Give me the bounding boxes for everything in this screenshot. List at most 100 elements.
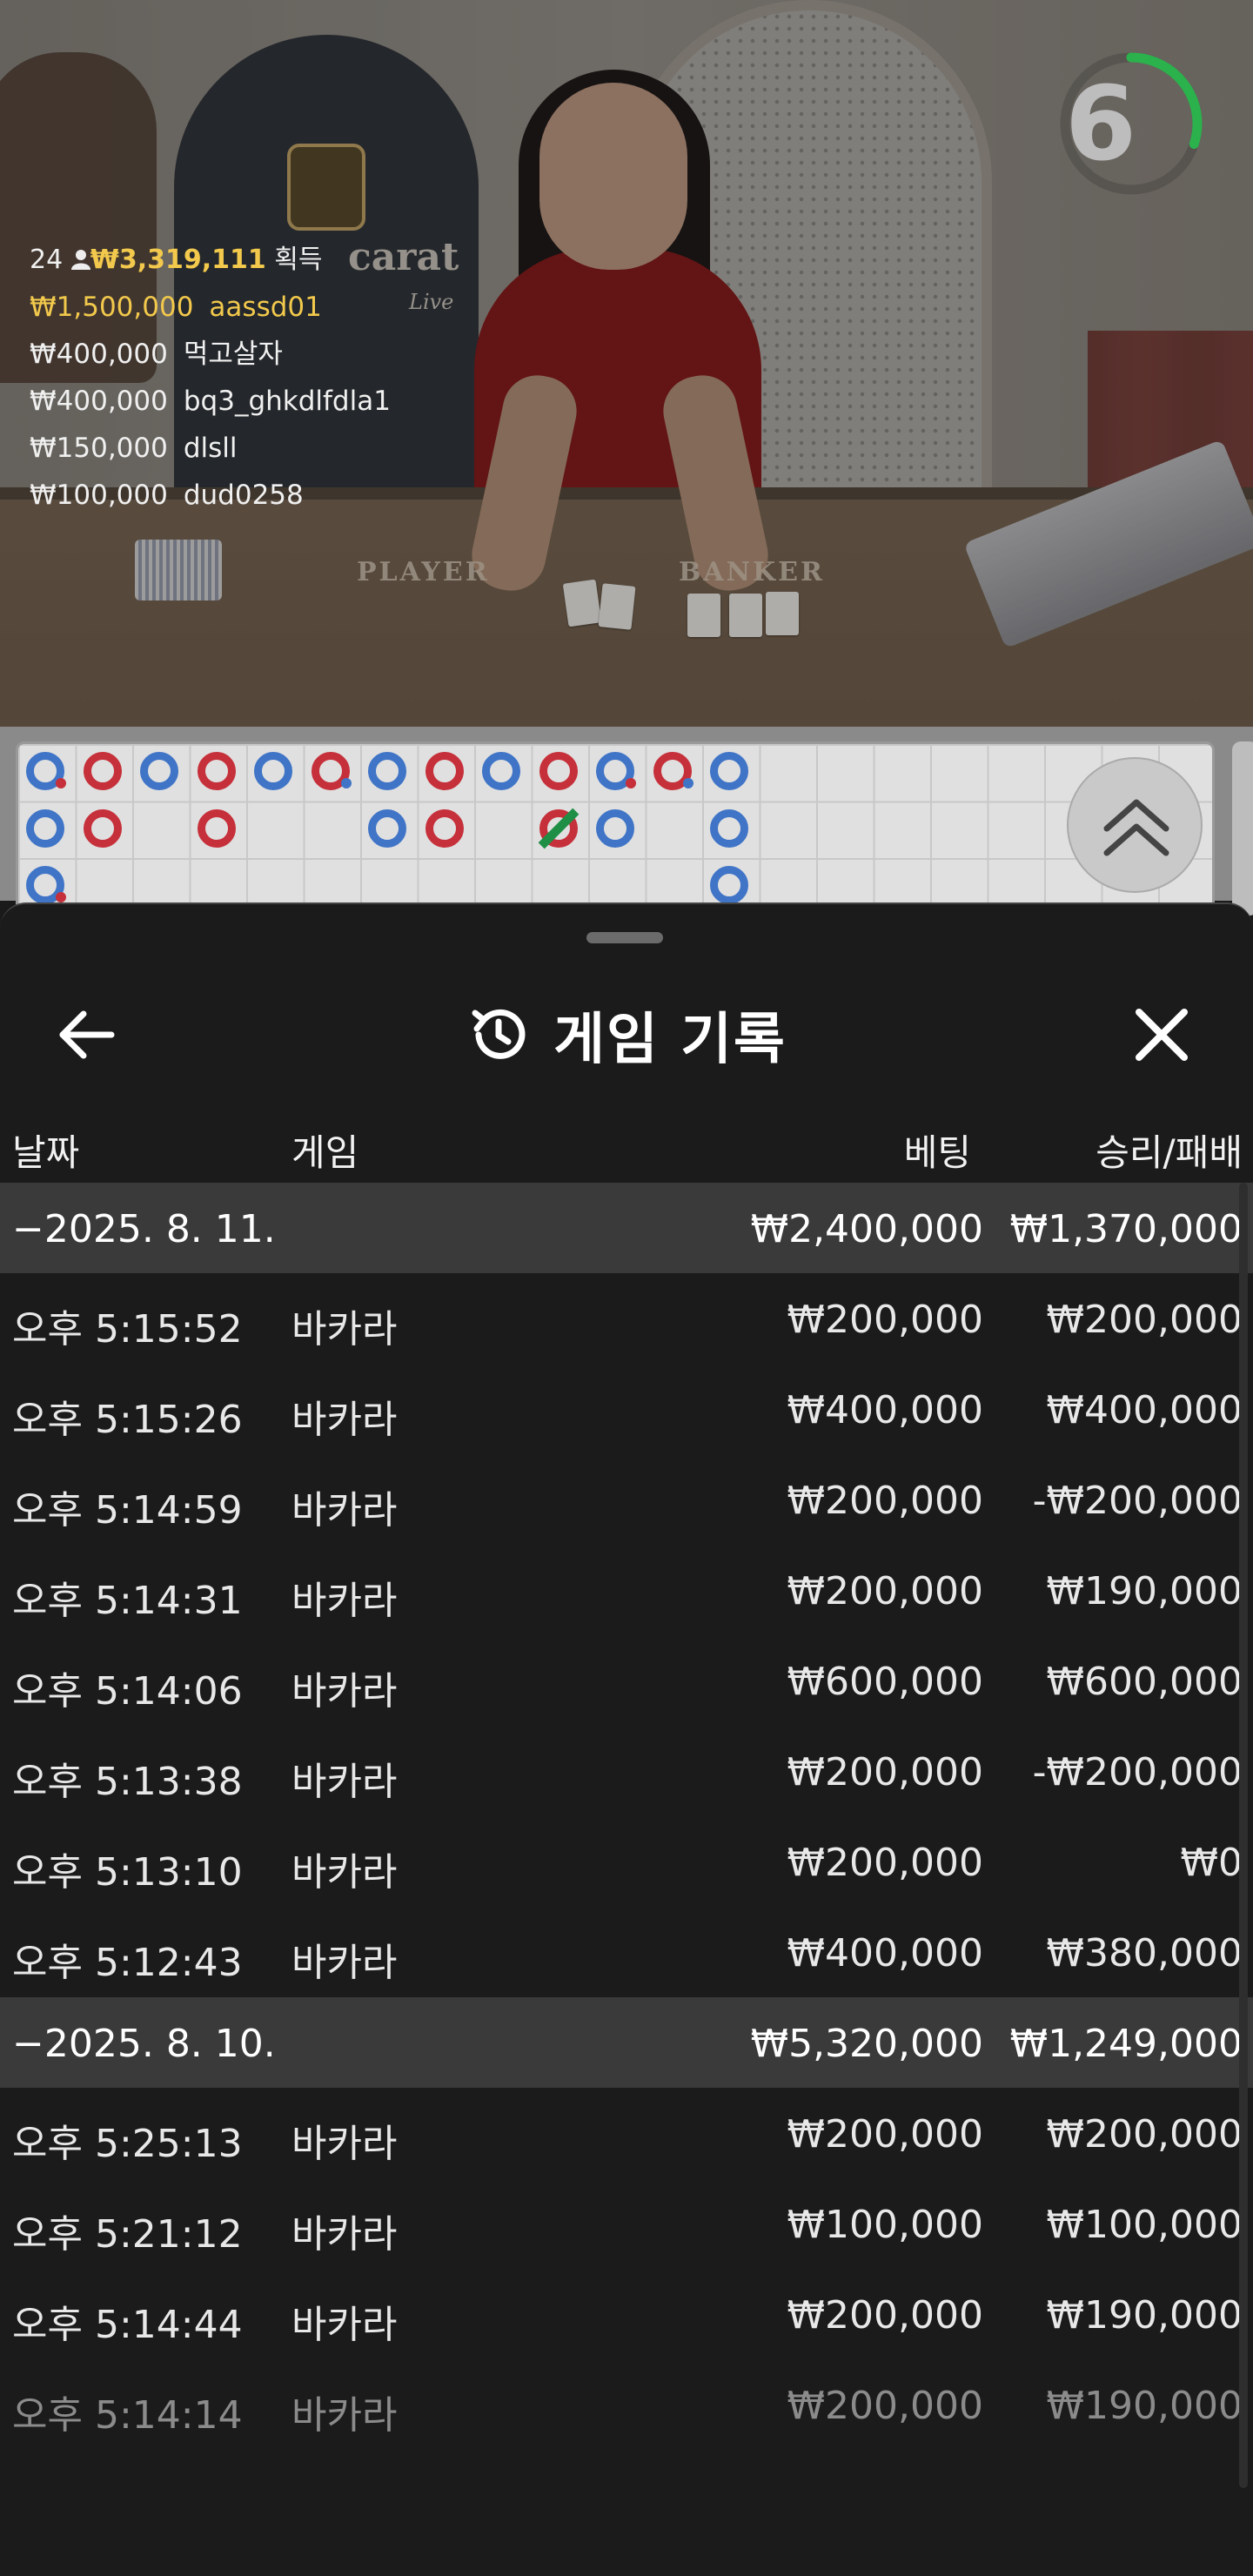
date-group-row[interactable]: −2025. 8. 10. ₩5,320,000 ₩1,249,000 xyxy=(0,1997,1253,2088)
winners-total: ₩3,319,111 xyxy=(90,245,266,275)
table-row[interactable]: 오후 5:14:14 바카라 ₩200,000 ₩190,000 xyxy=(0,2359,1253,2450)
pair-dot xyxy=(340,778,352,788)
row-game: 바카라 xyxy=(291,1850,398,1895)
user-icon xyxy=(70,238,90,270)
table-row[interactable]: 오후 5:15:26 바카라 ₩400,000 ₩400,000 xyxy=(0,1364,1253,1454)
row-game: 바카라 xyxy=(291,1488,398,1533)
sheet-title: 게임 기록 xyxy=(553,1008,787,1072)
row-winloss: ₩190,000 xyxy=(1046,2384,1243,2428)
row-time: 오후 5:14:59 xyxy=(12,1488,243,1533)
group-date: −2025. 8. 10. xyxy=(12,2022,276,2066)
row-game: 바카라 xyxy=(291,1941,398,1985)
date-group-row[interactable]: −2025. 8. 11. ₩2,400,000 ₩1,370,000 xyxy=(0,1183,1253,1273)
sheet-title-group: 게임 기록 xyxy=(0,965,1253,1104)
row-game: 바카라 xyxy=(291,1398,398,1442)
group-winloss-total: ₩1,249,000 xyxy=(1009,2022,1243,2066)
live-video-feed: carat Live PLAYER BANKER 24 ₩3,319,111 획… xyxy=(0,0,1253,727)
pair-dot xyxy=(56,778,66,788)
row-bet: ₩400,000 xyxy=(787,1931,983,1976)
banker-bead xyxy=(83,808,122,848)
close-icon xyxy=(1136,1009,1188,1061)
table-row[interactable]: 오후 5:13:10 바카라 ₩200,000 ₩0 xyxy=(0,1816,1253,1907)
road-expand-button[interactable] xyxy=(1067,757,1203,893)
winners-list: 24 ₩3,319,111 획득 ₩1,500,000 aassd01 ₩400,… xyxy=(30,237,391,519)
winner-amount: ₩400,000 xyxy=(30,386,168,417)
row-bet: ₩200,000 xyxy=(787,1569,983,1613)
row-bet: ₩200,000 xyxy=(787,2293,983,2338)
winner-amount: ₩400,000 xyxy=(30,339,168,370)
row-bet: ₩200,000 xyxy=(787,2112,983,2157)
row-bet: ₩200,000 xyxy=(787,2384,983,2428)
sheet-header: 게임 기록 xyxy=(0,965,1253,1104)
double-chevron-up-icon xyxy=(1103,799,1169,856)
banker-bead xyxy=(425,808,464,848)
banker-bead xyxy=(197,808,236,848)
group-bet-total: ₩2,400,000 xyxy=(750,1207,983,1251)
winner-name: dud0258 xyxy=(183,480,304,511)
row-game: 바카라 xyxy=(291,2122,398,2166)
row-winloss: ₩190,000 xyxy=(1046,1569,1243,1613)
row-bet: ₩600,000 xyxy=(787,1660,983,1704)
row-time: 오후 5:14:14 xyxy=(12,2393,243,2438)
row-game: 바카라 xyxy=(291,2303,398,2347)
winner-amount: ₩100,000 xyxy=(30,480,168,511)
group-date: −2025. 8. 11. xyxy=(12,1207,276,1251)
winner-name: 먹고살자 xyxy=(183,339,283,370)
player-bead xyxy=(710,866,748,904)
table-row[interactable]: 오후 5:25:13 바카라 ₩200,000 ₩200,000 xyxy=(0,2088,1253,2178)
row-winloss: ₩190,000 xyxy=(1046,2293,1243,2338)
banker-bead xyxy=(83,752,122,790)
table-row[interactable]: 오후 5:13:38 바카라 ₩200,000 -₩200,000 xyxy=(0,1726,1253,1816)
row-winloss: ₩0 xyxy=(1180,1841,1243,1885)
table-row[interactable]: 오후 5:14:44 바카라 ₩200,000 ₩190,000 xyxy=(0,2269,1253,2359)
column-header-date: 날짜 xyxy=(12,1131,80,1174)
row-bet: ₩200,000 xyxy=(787,1750,983,1794)
row-time: 오후 5:21:12 xyxy=(12,2212,243,2257)
table-row[interactable]: 오후 5:14:31 바카라 ₩200,000 ₩190,000 xyxy=(0,1545,1253,1635)
row-bet: ₩100,000 xyxy=(787,2203,983,2247)
row-winloss: -₩200,000 xyxy=(1032,1750,1243,1794)
row-game: 바카라 xyxy=(291,2212,398,2257)
row-winloss: ₩400,000 xyxy=(1046,1388,1243,1432)
pair-dot xyxy=(56,892,66,902)
scrollbar[interactable] xyxy=(1239,1183,1248,2488)
player-bead xyxy=(368,752,406,790)
table-row[interactable]: 오후 5:14:59 바카라 ₩200,000 -₩200,000 xyxy=(0,1454,1253,1545)
winners-summary: 24 ₩3,319,111 획득 xyxy=(30,237,391,284)
bead-road-next-panel xyxy=(1232,741,1253,916)
row-bet: ₩200,000 xyxy=(787,1298,983,1342)
row-game: 바카라 xyxy=(291,1307,398,1352)
row-game: 바카라 xyxy=(291,2393,398,2438)
table-row[interactable]: 오후 5:12:43 바카라 ₩400,000 ₩380,000 xyxy=(0,1907,1253,1997)
row-time: 오후 5:14:44 xyxy=(12,2303,243,2347)
winner-amount: ₩1,500,000 xyxy=(30,292,194,323)
table-row[interactable]: 오후 5:21:12 바카라 ₩100,000 ₩100,000 xyxy=(0,2178,1253,2269)
row-time: 오후 5:25:13 xyxy=(12,2122,243,2166)
pair-dot xyxy=(626,778,636,788)
banker-bead xyxy=(425,752,464,790)
row-time: 오후 5:14:31 xyxy=(12,1579,243,1623)
winner-entry: ₩1,500,000 aassd01 xyxy=(30,284,391,331)
row-game: 바카라 xyxy=(291,1760,398,1804)
sheet-drag-handle[interactable] xyxy=(586,932,663,943)
game-history-sheet: 게임 기록 날짜 게임 베팅 승리/패배 −2025. 8. 11. ₩2,400… xyxy=(0,902,1253,2576)
close-button[interactable] xyxy=(1127,1000,1196,1070)
player-bead xyxy=(710,752,748,790)
winner-amount: ₩150,000 xyxy=(30,433,168,464)
table-row[interactable]: 오후 5:14:06 바카라 ₩600,000 ₩600,000 xyxy=(0,1635,1253,1726)
row-winloss: ₩100,000 xyxy=(1046,2203,1243,2247)
row-winloss: ₩600,000 xyxy=(1046,1660,1243,1704)
row-winloss: ₩200,000 xyxy=(1046,1298,1243,1342)
winner-entry: ₩400,000 bq3_ghkdlfdla1 xyxy=(30,378,391,425)
back-button[interactable] xyxy=(52,1000,122,1070)
row-time: 오후 5:15:52 xyxy=(12,1307,243,1352)
banker-bead xyxy=(539,752,578,790)
column-header-game: 게임 xyxy=(291,1131,359,1174)
row-bet: ₩200,000 xyxy=(787,1841,983,1885)
history-icon xyxy=(472,1009,526,1059)
winners-count: 24 xyxy=(30,245,64,275)
table-row[interactable]: 오후 5:15:52 바카라 ₩200,000 ₩200,000 xyxy=(0,1273,1253,1364)
column-header-bet: 베팅 xyxy=(903,1131,971,1174)
winner-name: dlsll xyxy=(183,433,238,464)
row-game: 바카라 xyxy=(291,1579,398,1623)
